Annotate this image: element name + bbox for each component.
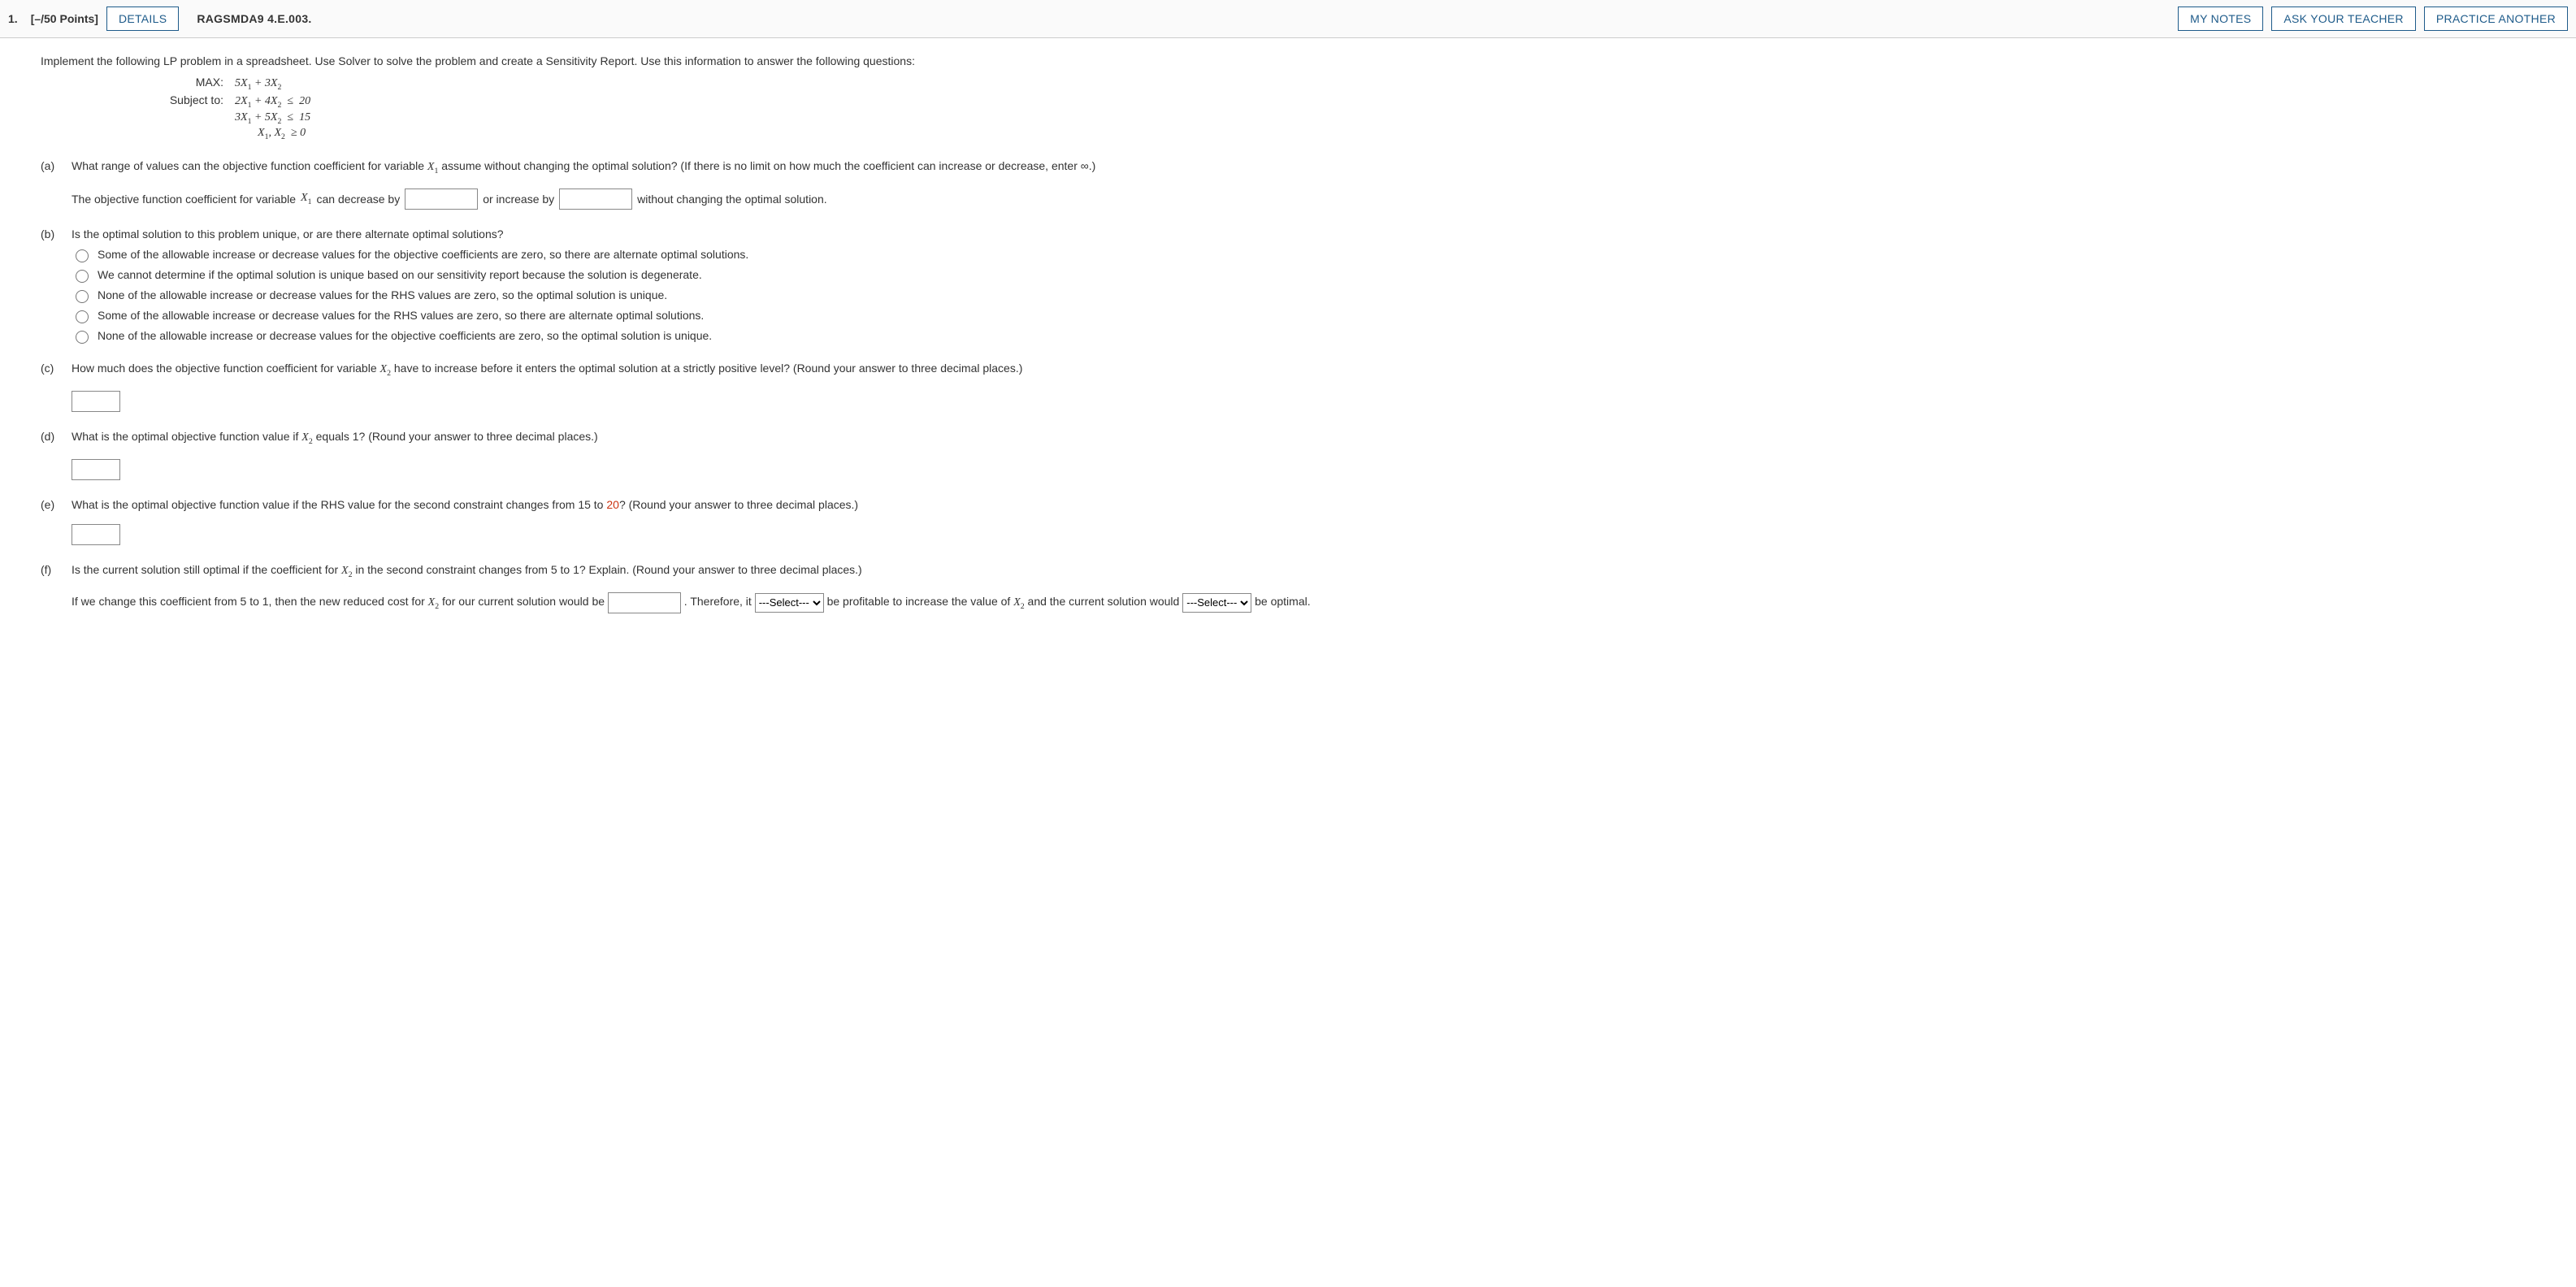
part-e-answer bbox=[72, 524, 2535, 545]
part-f-answer: If we change this coefficient from 5 to … bbox=[72, 590, 2535, 615]
intro-text: Implement the following LP problem in a … bbox=[41, 54, 2535, 67]
max-label: MAX: bbox=[146, 76, 223, 89]
question-content: Implement the following LP problem in a … bbox=[0, 38, 2576, 645]
f-reduced-cost-input[interactable] bbox=[608, 592, 681, 613]
part-c-question: How much does the objective function coe… bbox=[72, 362, 2535, 378]
my-notes-button[interactable]: MY NOTES bbox=[2178, 6, 2263, 31]
question-number: 1. bbox=[8, 12, 18, 25]
part-d: (d) What is the optimal objective functi… bbox=[41, 430, 2535, 446]
b-option-3[interactable]: Some of the allowable increase or decrea… bbox=[72, 308, 2535, 323]
points-label: [–/50 Points] bbox=[31, 12, 98, 25]
b-radio-0[interactable] bbox=[76, 249, 89, 262]
part-e-question: What is the optimal objective function v… bbox=[72, 498, 2535, 511]
part-a-answer: The objective function coefficient for v… bbox=[72, 188, 2535, 210]
constraint-1: 2X1 + 4X2 ≤ 20 bbox=[235, 95, 310, 110]
question-header: 1. [–/50 Points] DETAILS RAGSMDA9 4.E.00… bbox=[0, 0, 2576, 38]
objective: 5X1 + 3X2 bbox=[235, 77, 281, 92]
b-option-0[interactable]: Some of the allowable increase or decrea… bbox=[72, 247, 2535, 262]
practice-another-button[interactable]: PRACTICE ANOTHER bbox=[2424, 6, 2568, 31]
lp-formulation: MAX: 5X1 + 3X2 Subject to: 2X1 + 4X2 ≤ 2… bbox=[146, 76, 2535, 141]
a-increase-input[interactable] bbox=[559, 188, 632, 210]
constraint-2: 3X1 + 5X2 ≤ 15 bbox=[235, 111, 310, 126]
part-f: (f) Is the current solution still optima… bbox=[41, 563, 2535, 579]
f-select-2[interactable]: ---Select--- bbox=[1182, 593, 1251, 613]
b-radio-1[interactable] bbox=[76, 270, 89, 283]
part-d-answer bbox=[72, 459, 2535, 480]
part-a: (a) What range of values can the objecti… bbox=[41, 159, 2535, 176]
part-b-label: (b) bbox=[41, 228, 60, 240]
c-input[interactable] bbox=[72, 391, 120, 412]
nonneg: X1, X2 ≥ 0 bbox=[258, 127, 306, 141]
part-a-question: What range of values can the objective f… bbox=[72, 159, 2535, 176]
part-d-question: What is the optimal objective function v… bbox=[72, 430, 2535, 446]
subjectto-label: Subject to: bbox=[146, 93, 223, 106]
b-option-4[interactable]: None of the allowable increase or decrea… bbox=[72, 328, 2535, 344]
b-radio-2[interactable] bbox=[76, 290, 89, 303]
part-c-label: (c) bbox=[41, 362, 60, 378]
b-radio-3[interactable] bbox=[76, 310, 89, 323]
part-c-answer bbox=[72, 391, 2535, 412]
details-button[interactable]: DETAILS bbox=[106, 6, 179, 31]
f-select-1[interactable]: ---Select--- bbox=[755, 593, 824, 613]
e-input[interactable] bbox=[72, 524, 120, 545]
d-input[interactable] bbox=[72, 459, 120, 480]
b-radio-4[interactable] bbox=[76, 331, 89, 344]
part-a-label: (a) bbox=[41, 159, 60, 176]
part-f-question: Is the current solution still optimal if… bbox=[72, 563, 2535, 579]
part-f-label: (f) bbox=[41, 563, 60, 579]
part-e-label: (e) bbox=[41, 498, 60, 511]
b-option-2[interactable]: None of the allowable increase or decrea… bbox=[72, 288, 2535, 303]
a-decrease-input[interactable] bbox=[405, 188, 478, 210]
ask-teacher-button[interactable]: ASK YOUR TEACHER bbox=[2271, 6, 2415, 31]
b-option-1[interactable]: We cannot determine if the optimal solut… bbox=[72, 267, 2535, 283]
part-d-label: (d) bbox=[41, 430, 60, 446]
part-e: (e) What is the optimal objective functi… bbox=[41, 498, 2535, 511]
problem-id: RAGSMDA9 4.E.003. bbox=[197, 12, 311, 25]
part-b-question: Is the optimal solution to this problem … bbox=[72, 228, 2535, 240]
part-b-options: Some of the allowable increase or decrea… bbox=[72, 247, 2535, 344]
part-b: (b) Is the optimal solution to this prob… bbox=[41, 228, 2535, 240]
part-c: (c) How much does the objective function… bbox=[41, 362, 2535, 378]
